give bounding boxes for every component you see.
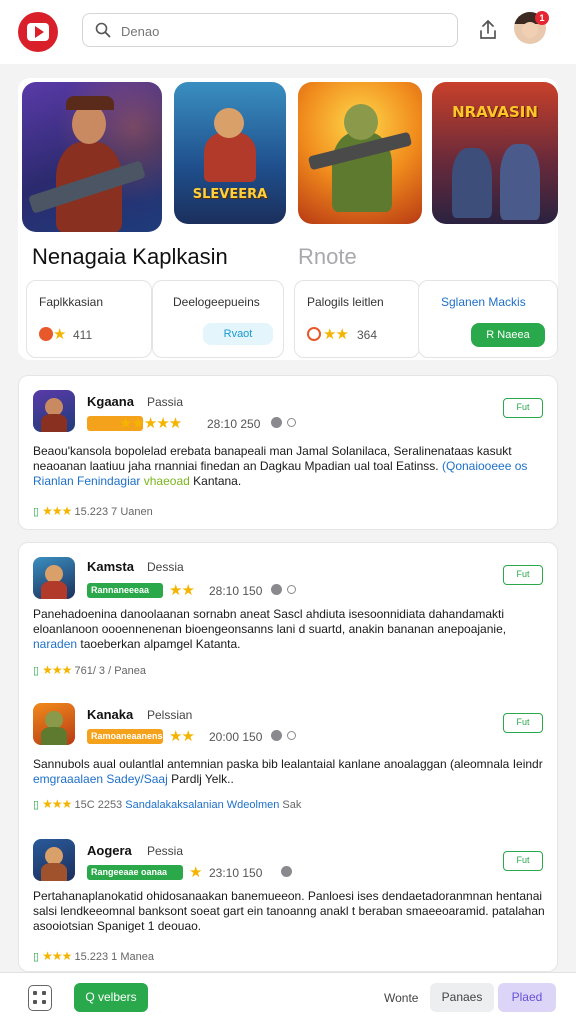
star-rating: ★★: [169, 728, 195, 745]
tag-badge: Rannaneeeaa: [87, 583, 163, 598]
star-rating: ★: [189, 864, 202, 881]
bottom-bar: Q velbers Wonte Panaes Plaed: [0, 972, 576, 1024]
app-thumbnail[interactable]: [33, 557, 75, 599]
mech-art[interactable]: [298, 82, 422, 224]
star-rating: ★★★★★: [119, 415, 182, 432]
search-bar[interactable]: [82, 13, 458, 47]
globe-icon: [271, 730, 282, 741]
review-group: Kamsta Dessia Rannaneeeaa ★★ 28:10 150 F…: [18, 542, 558, 972]
info-icon: [287, 585, 296, 594]
globe-icon: [281, 866, 292, 877]
rvaot-button[interactable]: Rvaot: [203, 323, 273, 345]
reviewer-name: Kamsta: [87, 559, 134, 574]
star-icon: ★★: [323, 326, 349, 343]
star-icon: ★: [53, 326, 66, 343]
review-item: Kamsta Dessia Rannaneeeaa ★★ 28:10 150 F…: [19, 543, 559, 691]
globe-icon: [271, 584, 282, 595]
reviewer-name: Kgaana: [87, 394, 134, 409]
reviewer-name: Aogera: [87, 843, 132, 858]
featured-title: Nenagaia Kaplkasin: [32, 244, 228, 269]
review-footer: ▯ ★★★ 15.223 7 Uanen: [33, 504, 153, 518]
review-footer: ▯ ★★★ 761/ 3 / Panea: [33, 663, 147, 677]
app-thumbnail[interactable]: [33, 703, 75, 745]
stat-card-rating[interactable]: Faplkkasian ★ 411: [26, 280, 152, 358]
top-bar: 1: [0, 0, 576, 64]
share-icon[interactable]: [474, 16, 502, 44]
clock-icon: [307, 327, 321, 341]
wonte-link[interactable]: Wonte: [384, 991, 418, 1005]
star-rating: ★★: [169, 582, 195, 599]
review-card: Kgaana Passia ★★★★★ 28:10 250 Fut Beaou'…: [18, 375, 558, 530]
review-body: Sannubols aual oulantlal antemnian paska…: [33, 757, 543, 786]
stat-card-reviews[interactable]: Palogils leitlen ★★ 364: [294, 280, 420, 358]
rv-action-button[interactable]: Fut: [503, 851, 543, 871]
grid-icon[interactable]: [28, 985, 52, 1011]
tag-badge: Ramoaneaanens: [87, 729, 163, 744]
stat-card-downloads[interactable]: Deelogeepueins Rvaot: [152, 280, 284, 358]
publisher: Pessia: [147, 844, 184, 858]
review-body: Panehadoenina danoolaanan sornabn aneat …: [33, 607, 507, 651]
featured-subtitle: Rnote: [298, 244, 357, 269]
notification-badge: 1: [535, 11, 549, 25]
review-body: Beaou'kansola bopolelad erebata banapeal…: [33, 444, 528, 488]
panaes-button[interactable]: Panaes: [430, 983, 494, 1012]
rv-action-button[interactable]: Fut: [503, 565, 543, 585]
app-thumbnail[interactable]: [33, 839, 75, 881]
review-item: Kanaka Pelssian Ramoaneaanens ★★ 20:00 1…: [19, 691, 559, 831]
publisher: Dessia: [147, 560, 184, 574]
logo-play-icon[interactable]: [18, 12, 58, 52]
review-item: Aogera Pessia Rangeeaae oanaa ★ 23:10 15…: [19, 831, 559, 973]
review-footer: ▯ ★★★ 15.223 1 Manea: [33, 949, 154, 963]
info-icon: [287, 418, 296, 427]
plaed-button[interactable]: Plaed: [498, 983, 556, 1012]
app-thumbnail[interactable]: [33, 390, 75, 432]
stat-row: Faplkkasian ★ 411 Deelogeepueins Rvaot P…: [18, 280, 558, 360]
review-body: Pertahanaplanokatid ohidosanaakan banemu…: [33, 889, 545, 933]
flame-icon: [39, 327, 53, 341]
tag-badge: Rangeeaae oanaa: [87, 865, 183, 880]
rv-action-button[interactable]: Fut: [503, 398, 543, 418]
globe-icon: [271, 417, 282, 428]
review-footer: ▯ ★★★ 15C 2253 Sandalakaksalanian Wdeolm…: [33, 797, 302, 811]
search-icon: [95, 22, 111, 38]
publisher: Pelssian: [147, 708, 193, 722]
featured-section: SLEVEERA NRAVASIN Nenagaia Kaplkasin Rno…: [18, 78, 558, 360]
info-icon: [287, 731, 296, 740]
search-input[interactable]: [121, 20, 441, 42]
publisher: Passia: [147, 395, 184, 409]
sleveera-art[interactable]: SLEVEERA: [174, 82, 286, 224]
rv-action-button[interactable]: Fut: [503, 713, 543, 733]
velbers-button[interactable]: Q velbers: [74, 983, 148, 1012]
stat-card-install[interactable]: Sglanen Mackis R Naeea: [418, 280, 558, 358]
soldier-art[interactable]: [22, 82, 162, 232]
reviewer-name: Kanaka: [87, 707, 134, 722]
install-button[interactable]: R Naeea: [471, 323, 545, 347]
nravasin-art[interactable]: NRAVASIN: [432, 82, 558, 224]
